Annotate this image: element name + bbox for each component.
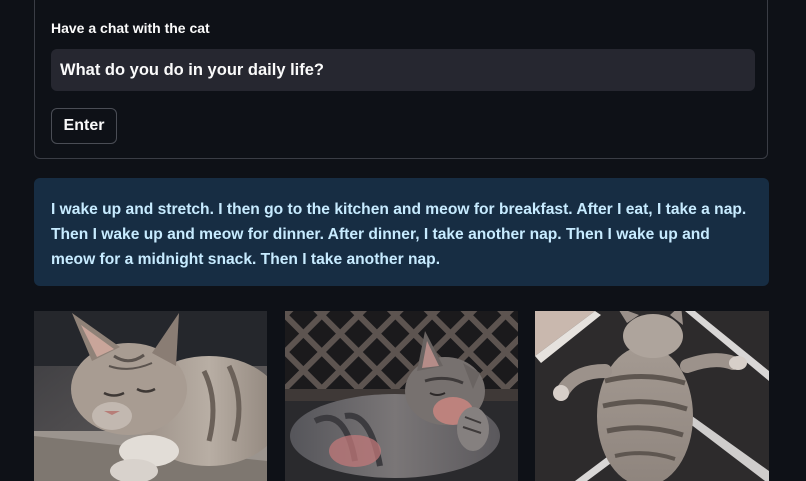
question-input[interactable] — [51, 49, 755, 91]
input-label: Have a chat with the cat — [51, 20, 210, 36]
enter-button[interactable]: Enter — [51, 108, 117, 144]
cat-image-3 — [535, 311, 769, 481]
answer-panel: I wake up and stretch. I then go to the … — [34, 178, 769, 286]
cat-image-2 — [285, 311, 518, 481]
chat-form: Have a chat with the cat Enter — [34, 0, 768, 159]
cat-image-1 — [34, 311, 267, 481]
answer-text: I wake up and stretch. I then go to the … — [51, 201, 747, 268]
